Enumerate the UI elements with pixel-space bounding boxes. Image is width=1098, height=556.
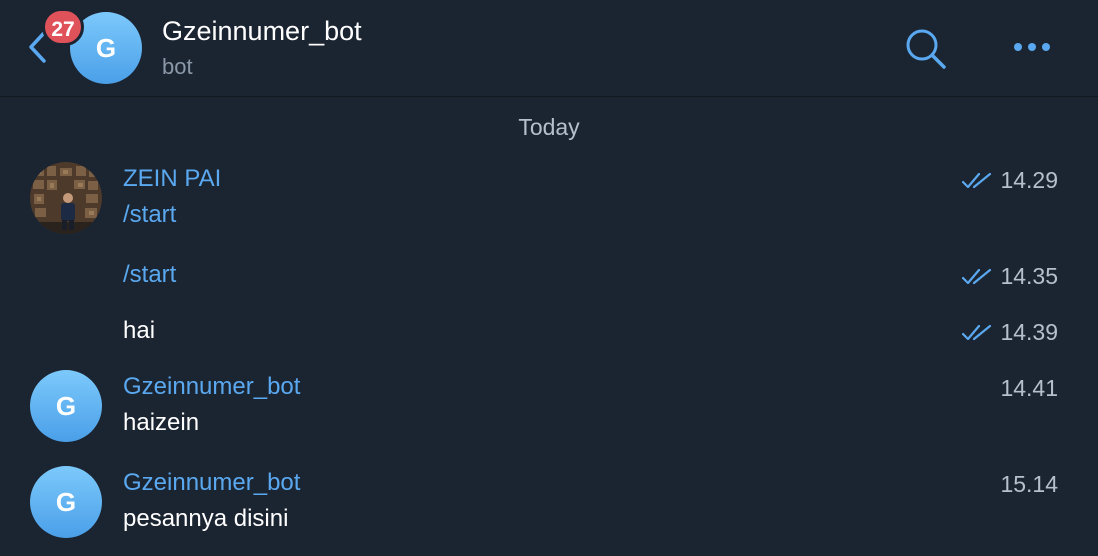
more-horizontal-icon xyxy=(1014,43,1050,51)
message-text: hai xyxy=(123,317,156,344)
bot-avatar[interactable]: G xyxy=(30,370,102,442)
date-separator: Today xyxy=(518,114,580,140)
bot-avatar[interactable]: G xyxy=(30,466,102,538)
message-time: 15.14 xyxy=(1000,471,1058,498)
message-text: pesannya disini xyxy=(123,505,289,532)
message-time-label: 14.35 xyxy=(1000,263,1058,289)
message-time: 14.39 xyxy=(962,319,1058,346)
chat-subtitle: bot xyxy=(162,54,193,79)
message-time-label: 14.29 xyxy=(1000,167,1058,193)
double-check-icon xyxy=(962,172,992,188)
message-text[interactable]: /start xyxy=(123,201,176,229)
message-time-label: 15.14 xyxy=(1000,471,1058,497)
message-time: 14.35 xyxy=(962,263,1058,290)
message-time: 14.41 xyxy=(1000,375,1058,402)
message-sender[interactable]: Gzeinnumer_bot xyxy=(123,469,300,497)
message-time: 14.29 xyxy=(962,167,1058,194)
message-time-label: 14.39 xyxy=(1000,319,1058,345)
unread-count-badge: 27 xyxy=(42,8,84,46)
more-options-button[interactable] xyxy=(1006,26,1058,70)
chat-header: G 27 Gzeinnumer_bot bot xyxy=(0,0,1098,97)
chat-title[interactable]: Gzeinnumer_bot xyxy=(162,16,362,47)
double-check-icon xyxy=(962,324,992,340)
message-sender[interactable]: Gzeinnumer_bot xyxy=(123,373,300,401)
search-icon xyxy=(906,29,946,69)
message-text: haizein xyxy=(123,409,200,436)
user-avatar[interactable] xyxy=(30,162,102,234)
message-time-label: 14.41 xyxy=(1000,375,1058,401)
search-button[interactable] xyxy=(902,26,950,74)
message-sender[interactable]: ZEIN PAI xyxy=(123,165,221,193)
double-check-icon xyxy=(962,268,992,284)
message-text[interactable]: /start xyxy=(123,261,176,289)
